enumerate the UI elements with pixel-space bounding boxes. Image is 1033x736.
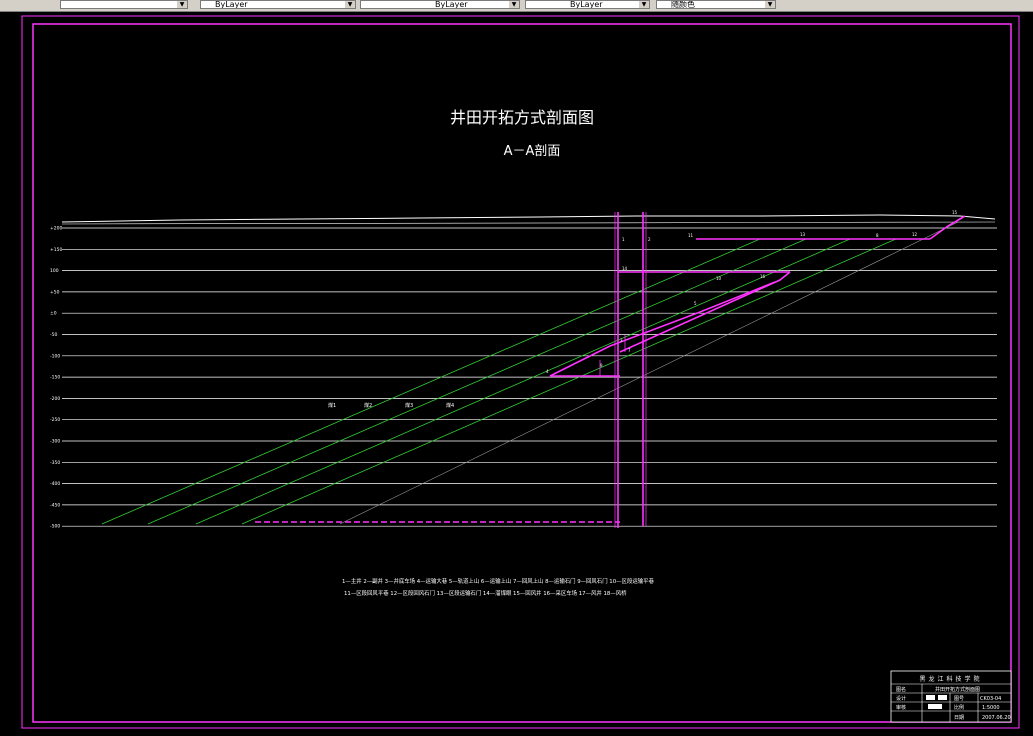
- title-block: 黑龙江科技学院 图名 井田开拓方式剖面图 设计 图号 CK03-04 审核 比例…: [890, 670, 1012, 723]
- svg-text:7: 7: [628, 348, 631, 353]
- drawing-frame-inner: [32, 23, 1012, 723]
- elevation-label: -150: [50, 375, 60, 381]
- color-combo[interactable]: ByLayer ▼: [200, 0, 356, 9]
- elevation-label: -400: [50, 481, 60, 487]
- seam-label: 煤1: [328, 402, 336, 409]
- fault-line: [339, 221, 959, 525]
- elevation-label: -300: [50, 439, 60, 445]
- plotstyle-combo[interactable]: 随颜色 ▼: [656, 0, 776, 9]
- svg-text:图名: 图名: [896, 686, 906, 693]
- elevation-label: -250: [50, 417, 60, 423]
- legend-line-1: 1—主井 2—副井 3—井底车场 4—运输大巷 5—轨道上山 6—运输上山 7—…: [342, 577, 655, 585]
- svg-text:16: 16: [760, 274, 766, 279]
- svg-text:1:5000: 1:5000: [982, 705, 1000, 711]
- svg-text:10: 10: [716, 276, 722, 281]
- seam-label: 煤4: [446, 402, 454, 409]
- svg-text:8: 8: [876, 233, 879, 238]
- seam-line: [101, 238, 761, 525]
- elevation-label: -450: [50, 502, 60, 508]
- elevation-label: +50: [50, 289, 60, 295]
- lineweight-combo[interactable]: ByLayer ▼: [525, 0, 650, 9]
- title-block-school: 黑龙江科技学院: [919, 675, 982, 683]
- elevation-label: -100: [50, 353, 60, 359]
- elevation-label: ±0: [50, 311, 57, 317]
- drawing-subtitle: A－A剖面: [504, 144, 561, 159]
- mine-roadways: [255, 212, 966, 528]
- seam-line: [241, 238, 897, 525]
- svg-text:12: 12: [912, 232, 918, 237]
- properties-toolbar: ▼ ByLayer ▼ ByLayer ▼ ByLayer ▼ 随颜色 ▼: [0, 0, 1033, 12]
- seam-label: 煤3: [405, 402, 413, 409]
- svg-text:CK03-04: CK03-04: [980, 696, 1001, 702]
- svg-text:4: 4: [546, 369, 549, 374]
- svg-text:日期: 日期: [954, 715, 964, 721]
- legend-line-2: 11—区段回风平巷 12—区段回风石门 13—区段运输石门 14—溜煤眼 15—…: [344, 589, 627, 597]
- svg-text:2: 2: [648, 237, 651, 242]
- level-lines: [62, 227, 997, 527]
- svg-text:15: 15: [952, 210, 958, 215]
- elevation-label: 100: [50, 268, 59, 274]
- chevron-down-icon[interactable]: ▼: [509, 1, 519, 8]
- seam-line: [147, 238, 807, 525]
- seam-label: 煤2: [364, 402, 372, 409]
- svg-text:11: 11: [688, 233, 694, 238]
- chevron-down-icon[interactable]: ▼: [345, 1, 355, 8]
- linetype-combo[interactable]: ByLayer ▼: [360, 0, 520, 9]
- seam-line: [195, 238, 851, 525]
- elevation-label: -350: [50, 460, 60, 466]
- svg-text:井田开拓方式剖面图: 井田开拓方式剖面图: [935, 686, 980, 693]
- svg-text:设计: 设计: [896, 695, 906, 702]
- elevation-label: -500: [50, 524, 60, 530]
- chevron-down-icon[interactable]: ▼: [177, 1, 187, 8]
- elevation-label: +150: [50, 247, 62, 253]
- chevron-down-icon[interactable]: ▼: [639, 1, 649, 8]
- chevron-down-icon[interactable]: ▼: [765, 1, 775, 8]
- svg-text:审核: 审核: [896, 704, 906, 711]
- svg-text:13: 13: [800, 232, 806, 237]
- layer-combo[interactable]: ▼: [60, 0, 188, 9]
- svg-text:图号: 图号: [954, 696, 964, 702]
- drawing-canvas[interactable]: 井田开拓方式剖面图 A－A剖面 煤1 煤2 煤3 煤4 1 2 11 13 8 …: [0, 12, 1033, 736]
- elevation-label: -50: [50, 332, 57, 338]
- ground-surface: [61, 214, 996, 225]
- seam-label-group: 煤1 煤2 煤3 煤4: [328, 402, 454, 409]
- elevation-label: +200: [50, 226, 62, 232]
- svg-text:14: 14: [622, 266, 628, 271]
- elevation-labels: +200 +150 100 +50 ±0 -50 -100 -150 -200 -250 -300 -…: [50, 226, 62, 530]
- drawing-title: 井田开拓方式剖面图: [450, 108, 594, 127]
- elevation-label: -200: [50, 396, 60, 402]
- svg-text:5: 5: [694, 301, 697, 306]
- svg-text:2007.06.20: 2007.06.20: [982, 715, 1011, 721]
- svg-text:比例: 比例: [954, 704, 964, 711]
- svg-text:1: 1: [622, 237, 625, 242]
